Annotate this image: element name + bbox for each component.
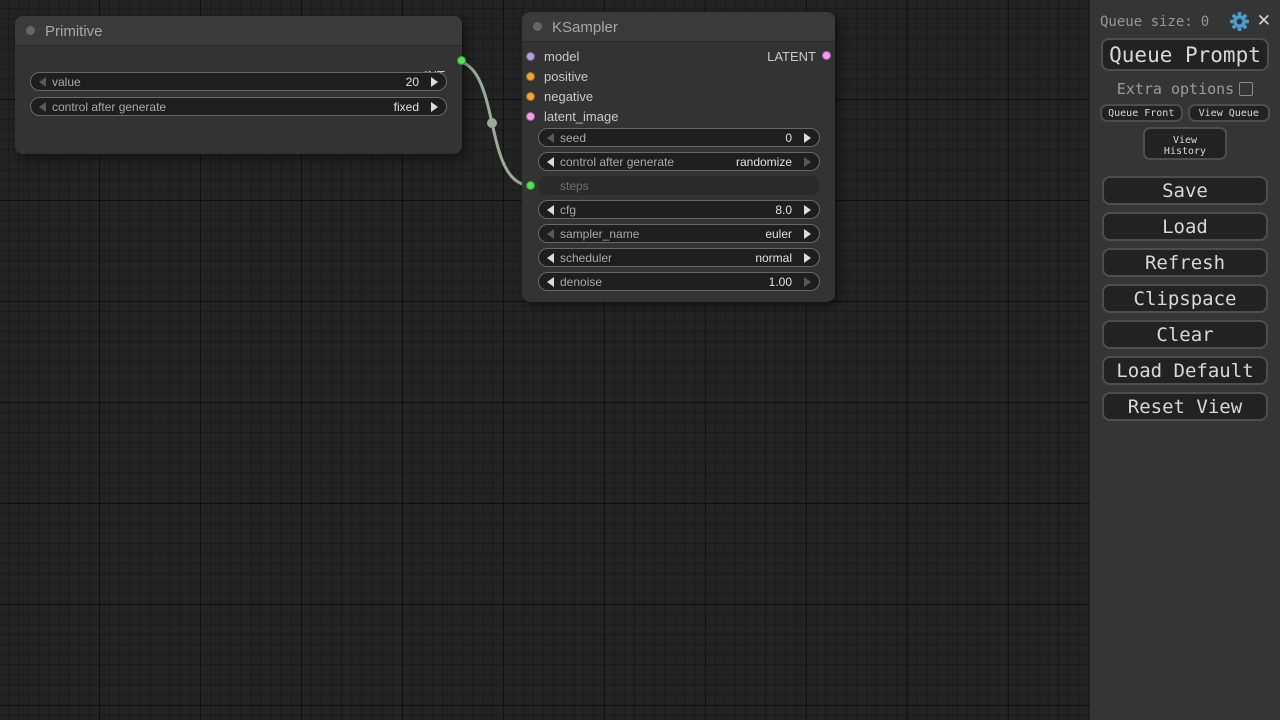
node-ksampler[interactable]: KSampler model positive negative latent_… [522, 12, 835, 302]
widget-value-text: 20 [406, 75, 419, 89]
slot-label: negative [544, 89, 593, 104]
widget-label: control after generate [560, 155, 674, 169]
input-slot-positive[interactable]: positive [526, 66, 588, 86]
decrement-arrow-icon[interactable] [39, 77, 46, 87]
increment-arrow-icon[interactable] [804, 253, 811, 263]
widget-value-text: euler [765, 227, 792, 241]
output-label: LATENT [767, 49, 816, 64]
widget-value[interactable]: value 20 [30, 72, 447, 91]
slot-dot-latent-image[interactable] [526, 112, 535, 121]
input-slot-steps[interactable] [526, 181, 535, 190]
widget-label: sampler_name [560, 227, 639, 241]
refresh-button[interactable]: Refresh [1102, 248, 1268, 277]
node-title: Primitive [45, 23, 103, 40]
widget-value-text: 0 [785, 131, 792, 145]
save-button[interactable]: Save [1102, 176, 1268, 205]
view-history-line1: View [1173, 135, 1197, 146]
widget-label: value [52, 75, 81, 89]
node-ksampler-titlebar[interactable]: KSampler [522, 12, 835, 42]
slot-dot-model[interactable] [526, 52, 535, 61]
decrement-arrow-icon[interactable] [547, 157, 554, 167]
increment-arrow-icon[interactable] [431, 102, 438, 112]
slot-label: positive [544, 69, 588, 84]
view-history-button[interactable]: View History [1143, 127, 1227, 160]
widget-label: steps [560, 179, 589, 193]
queue-size-label: Queue size: [1100, 14, 1193, 30]
extra-options-row: Extra options [1090, 80, 1280, 98]
node-collapse-dot-icon[interactable] [533, 22, 542, 31]
decrement-arrow-icon[interactable] [547, 133, 554, 143]
widget-label: scheduler [560, 251, 612, 265]
widget-label: control after generate [52, 100, 166, 114]
load-button[interactable]: Load [1102, 212, 1268, 241]
menu-header: Queue size: 0 ✕ [1090, 0, 1280, 31]
widget-steps-converted[interactable]: steps [538, 176, 820, 195]
link-midpoint-dot[interactable] [487, 118, 497, 128]
node-title: KSampler [552, 19, 618, 36]
increment-arrow-icon[interactable] [804, 157, 811, 167]
widget-sampler-name[interactable]: sampler_name euler [538, 224, 820, 243]
load-default-button[interactable]: Load Default [1102, 356, 1268, 385]
node-primitive[interactable]: Primitive INT value 20 control after gen… [15, 16, 462, 154]
widget-seed[interactable]: seed 0 [538, 128, 820, 147]
decrement-arrow-icon[interactable] [39, 102, 46, 112]
widget-value-text: 1.00 [769, 275, 792, 289]
decrement-arrow-icon[interactable] [547, 229, 554, 239]
input-slot-model[interactable]: model [526, 46, 579, 66]
increment-arrow-icon[interactable] [804, 277, 811, 287]
widget-value-text: 8.0 [775, 203, 792, 217]
widget-value-text: normal [755, 251, 792, 265]
view-history-line2: History [1164, 146, 1206, 157]
clear-button[interactable]: Clear [1102, 320, 1268, 349]
extra-options-label: Extra options [1117, 80, 1234, 98]
widget-label: cfg [560, 203, 576, 217]
output-slot-int[interactable] [457, 56, 466, 65]
decrement-arrow-icon[interactable] [547, 205, 554, 215]
clipspace-button[interactable]: Clipspace [1102, 284, 1268, 313]
input-slot-latent-image[interactable]: latent_image [526, 106, 618, 126]
graph-canvas[interactable]: Primitive INT value 20 control after gen… [0, 0, 1090, 720]
widget-cfg[interactable]: cfg 8.0 [538, 200, 820, 219]
slot-dot-negative[interactable] [526, 92, 535, 101]
reset-view-button[interactable]: Reset View [1102, 392, 1268, 421]
slot-label: model [544, 49, 579, 64]
link-path [453, 61, 531, 186]
widget-value-text: fixed [394, 100, 419, 114]
extra-options-checkbox[interactable] [1239, 82, 1253, 96]
output-slot-latent[interactable] [822, 51, 831, 60]
increment-arrow-icon[interactable] [804, 133, 811, 143]
increment-arrow-icon[interactable] [804, 205, 811, 215]
queue-size-value: 0 [1201, 14, 1209, 30]
increment-arrow-icon[interactable] [804, 229, 811, 239]
widget-scheduler[interactable]: scheduler normal [538, 248, 820, 267]
close-icon[interactable]: ✕ [1257, 12, 1271, 31]
widget-label: denoise [560, 275, 602, 289]
widget-label: seed [560, 131, 586, 145]
decrement-arrow-icon[interactable] [547, 253, 554, 263]
menu-button-stack: Save Load Refresh Clipspace Clear Load D… [1090, 160, 1280, 421]
queue-prompt-button[interactable]: Queue Prompt [1101, 38, 1269, 71]
comfyui-app: Primitive INT value 20 control after gen… [0, 0, 1280, 720]
queue-front-button[interactable]: Queue Front [1100, 104, 1183, 122]
settings-gear-icon[interactable] [1230, 12, 1249, 31]
decrement-arrow-icon[interactable] [547, 277, 554, 287]
input-slot-negative[interactable]: negative [526, 86, 593, 106]
increment-arrow-icon[interactable] [431, 77, 438, 87]
node-primitive-titlebar[interactable]: Primitive [15, 16, 462, 46]
widget-denoise[interactable]: denoise 1.00 [538, 272, 820, 291]
slot-dot-positive[interactable] [526, 72, 535, 81]
slot-label: latent_image [544, 109, 618, 124]
comfy-menu-panel: Queue size: 0 ✕ Queue Prompt Extra optio… [1090, 0, 1280, 720]
widget-control-after-generate[interactable]: control after generate fixed [30, 97, 447, 116]
view-queue-button[interactable]: View Queue [1188, 104, 1271, 122]
widget-value-text: randomize [736, 155, 792, 169]
widget-control-after-generate[interactable]: control after generate randomize [538, 152, 820, 171]
node-collapse-dot-icon[interactable] [26, 26, 35, 35]
queue-actions-row: Queue Front View Queue [1100, 104, 1270, 122]
